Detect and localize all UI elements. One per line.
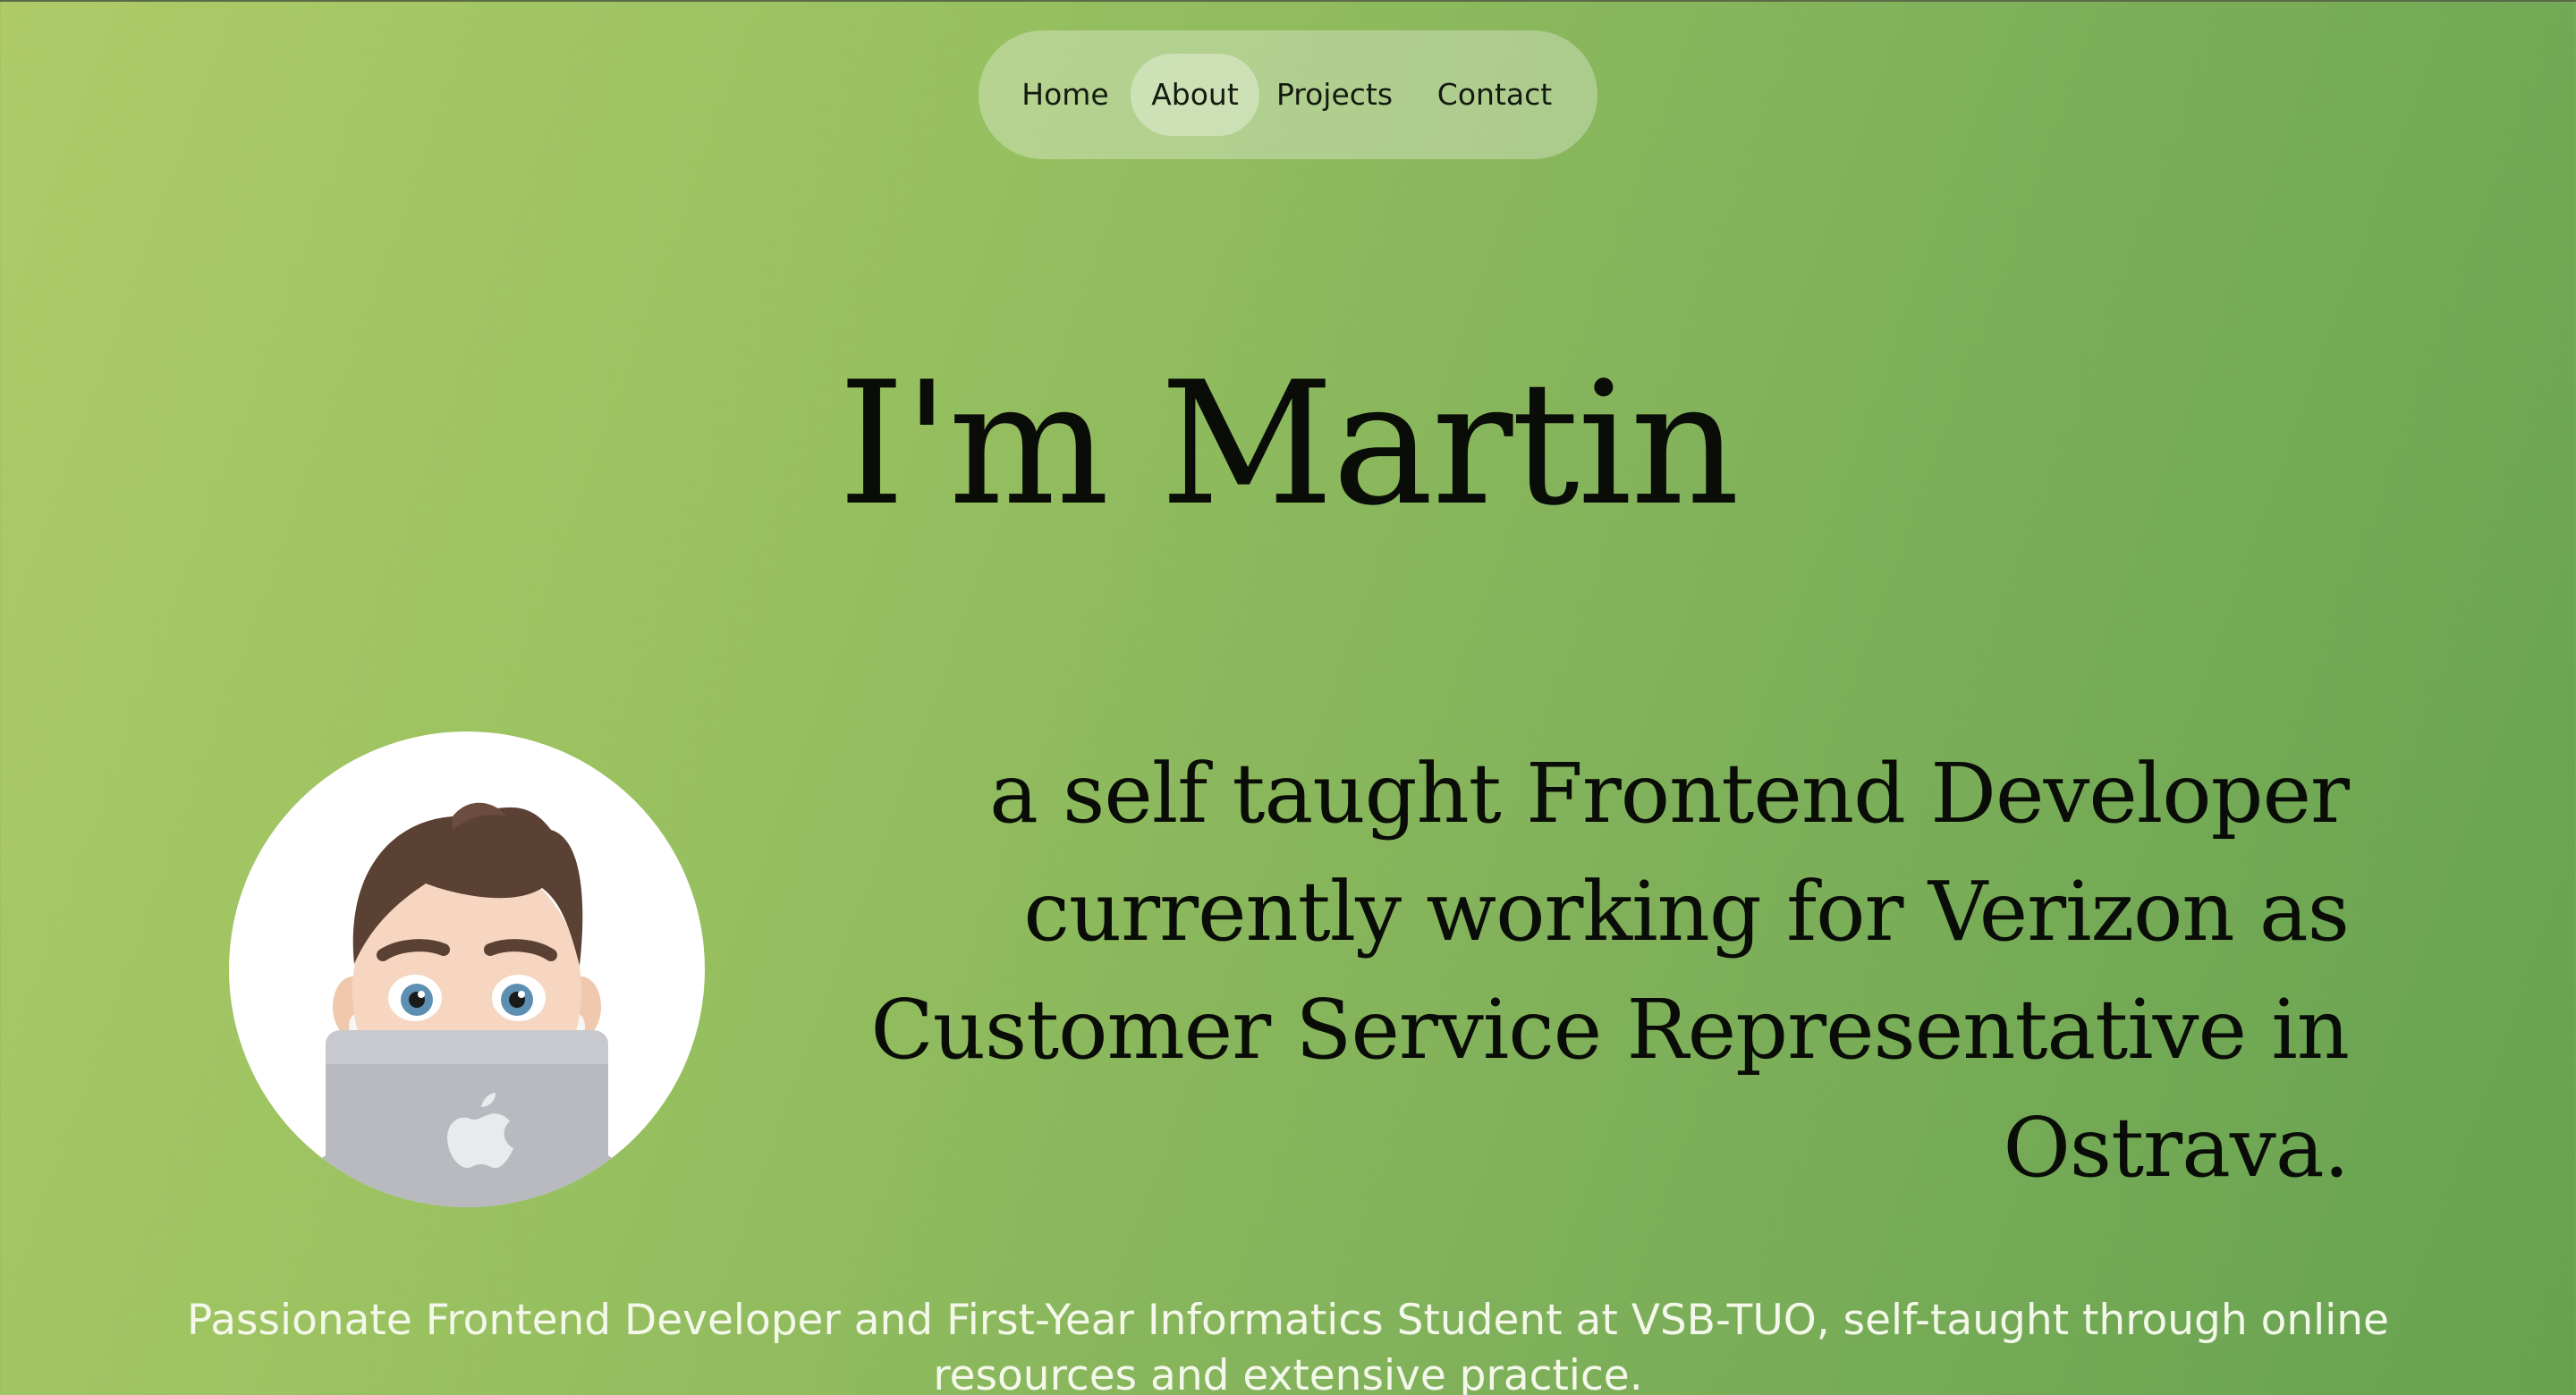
- nav-projects[interactable]: Projects: [1261, 54, 1408, 136]
- nav-contact[interactable]: Contact: [1411, 54, 1578, 136]
- main-navigation: Home About Projects Contact: [979, 30, 1597, 159]
- memoji-avatar-icon: [292, 802, 642, 1207]
- avatar: [229, 731, 705, 1207]
- nav-about[interactable]: About: [1131, 54, 1259, 136]
- nav-home[interactable]: Home: [998, 54, 1132, 136]
- hero-tagline: a self taught Frontend Developer current…: [870, 746, 2350, 1196]
- hero-title: I'm Martin: [838, 345, 1740, 543]
- hero-bio: Passionate Frontend Developer and First-…: [187, 1296, 2389, 1395]
